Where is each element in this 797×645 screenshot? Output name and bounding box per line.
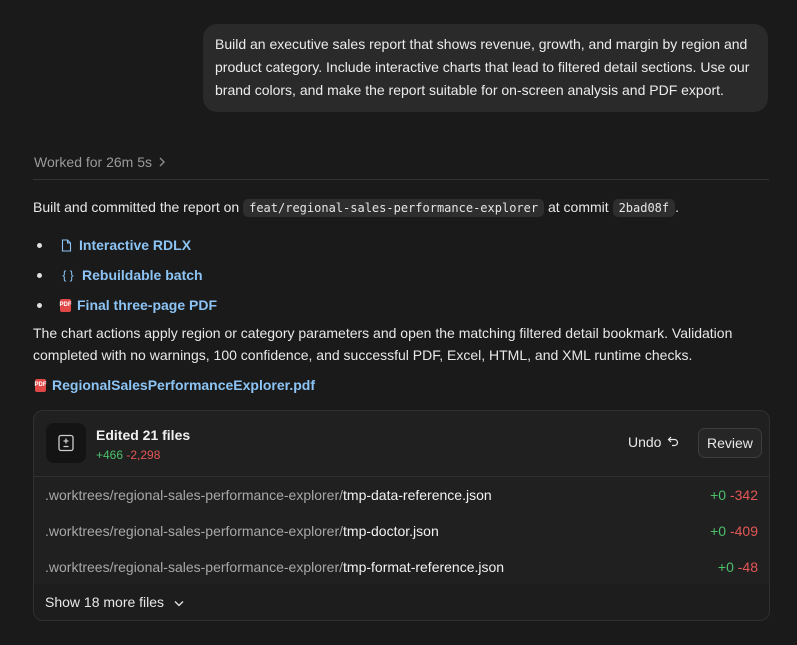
bullet: [37, 242, 42, 248]
bullet: [37, 272, 42, 278]
braces-icon: { }: [62, 268, 74, 282]
file-name: tmp-format-reference.json: [343, 559, 505, 575]
file-row[interactable]: .worktrees/regional-sales-performance-ex…: [34, 549, 769, 585]
file-stats: +0 -48: [718, 559, 758, 575]
file-added: +0: [717, 559, 734, 575]
undo-icon: [667, 434, 679, 450]
list-item: { } Rebuildable batch: [33, 260, 217, 290]
file-row[interactable]: .worktrees/regional-sales-performance-ex…: [34, 513, 769, 549]
show-more-files-button[interactable]: Show 18 more files: [34, 584, 769, 620]
show-more-label: Show 18 more files: [45, 594, 165, 610]
lines-added: +466: [96, 448, 124, 462]
worked-duration-toggle[interactable]: Worked for 26m 5s: [34, 154, 166, 170]
rebuildable-batch-link[interactable]: { } Rebuildable batch: [60, 267, 203, 283]
chevron-right-icon: [158, 155, 166, 170]
divider: [33, 179, 769, 180]
validation-paragraph: The chart actions apply region or catego…: [33, 325, 733, 363]
review-button[interactable]: Review: [698, 428, 762, 458]
chevron-down-icon: [174, 594, 184, 610]
undo-button[interactable]: Undo: [628, 434, 679, 450]
pdf-icon: PDF: [60, 298, 72, 312]
interactive-rdlx-link[interactable]: Interactive RDLX: [60, 237, 191, 253]
list-item: PDF Final three-page PDF: [33, 290, 217, 320]
branch-name: feat/regional-sales-performance-explorer: [243, 199, 545, 217]
list-item: Interactive RDLX: [33, 230, 217, 260]
commit-hash: 2bad08f: [612, 199, 676, 217]
edited-files-title: Edited 21 files: [96, 427, 191, 443]
link-label: Interactive RDLX: [79, 237, 192, 253]
file-stats: +0 -342: [710, 487, 758, 503]
file-added: +0: [710, 523, 727, 539]
edited-files-stats: +466 -2,298: [96, 448, 160, 462]
card-header: Edited 21 files +466 -2,298 Undo Review: [34, 411, 769, 477]
summary-suffix: .: [675, 199, 680, 215]
file-dir: .worktrees/regional-sales-performance-ex…: [45, 559, 344, 575]
file-name: tmp-data-reference.json: [343, 487, 492, 503]
worked-label: Worked for 26m 5s: [34, 154, 153, 170]
file-removed: -48: [737, 559, 758, 575]
file-removed: -342: [729, 487, 758, 503]
file-dir: .worktrees/regional-sales-performance-ex…: [45, 523, 344, 539]
file-removed: -409: [729, 523, 758, 539]
file-row[interactable]: .worktrees/regional-sales-performance-ex…: [34, 477, 769, 513]
user-message-bubble: Build an executive sales report that sho…: [203, 24, 768, 112]
file-dir: .worktrees/regional-sales-performance-ex…: [45, 487, 344, 503]
link-label: Final three-page PDF: [77, 297, 218, 313]
artifact-links-list: Interactive RDLX { } Rebuildable batch P…: [33, 230, 217, 320]
pdf-file-link[interactable]: PDF RegionalSalesPerformanceExplorer.pdf: [35, 377, 315, 393]
user-message-text: Build an executive sales report that sho…: [215, 36, 750, 98]
pdf-icon: PDF: [35, 378, 47, 392]
bullet: [37, 302, 42, 308]
final-pdf-link[interactable]: PDF Final three-page PDF: [60, 297, 218, 313]
pdf-link-label: RegionalSalesPerformanceExplorer.pdf: [52, 377, 315, 393]
file-name: tmp-doctor.json: [343, 523, 439, 539]
lines-removed: -2,298: [126, 448, 161, 462]
file-icon: [60, 238, 73, 252]
summary-middle: at commit: [544, 199, 613, 215]
summary-line: Built and committed the report on feat/r…: [33, 197, 773, 218]
undo-label: Undo: [628, 434, 662, 450]
edited-files-card: Edited 21 files +466 -2,298 Undo Review …: [33, 410, 770, 621]
diff-icon: [46, 423, 86, 463]
link-label: Rebuildable batch: [82, 267, 203, 283]
file-added: +0: [710, 487, 727, 503]
summary-prefix: Built and committed the report on: [33, 199, 244, 215]
file-stats: +0 -409: [710, 523, 758, 539]
